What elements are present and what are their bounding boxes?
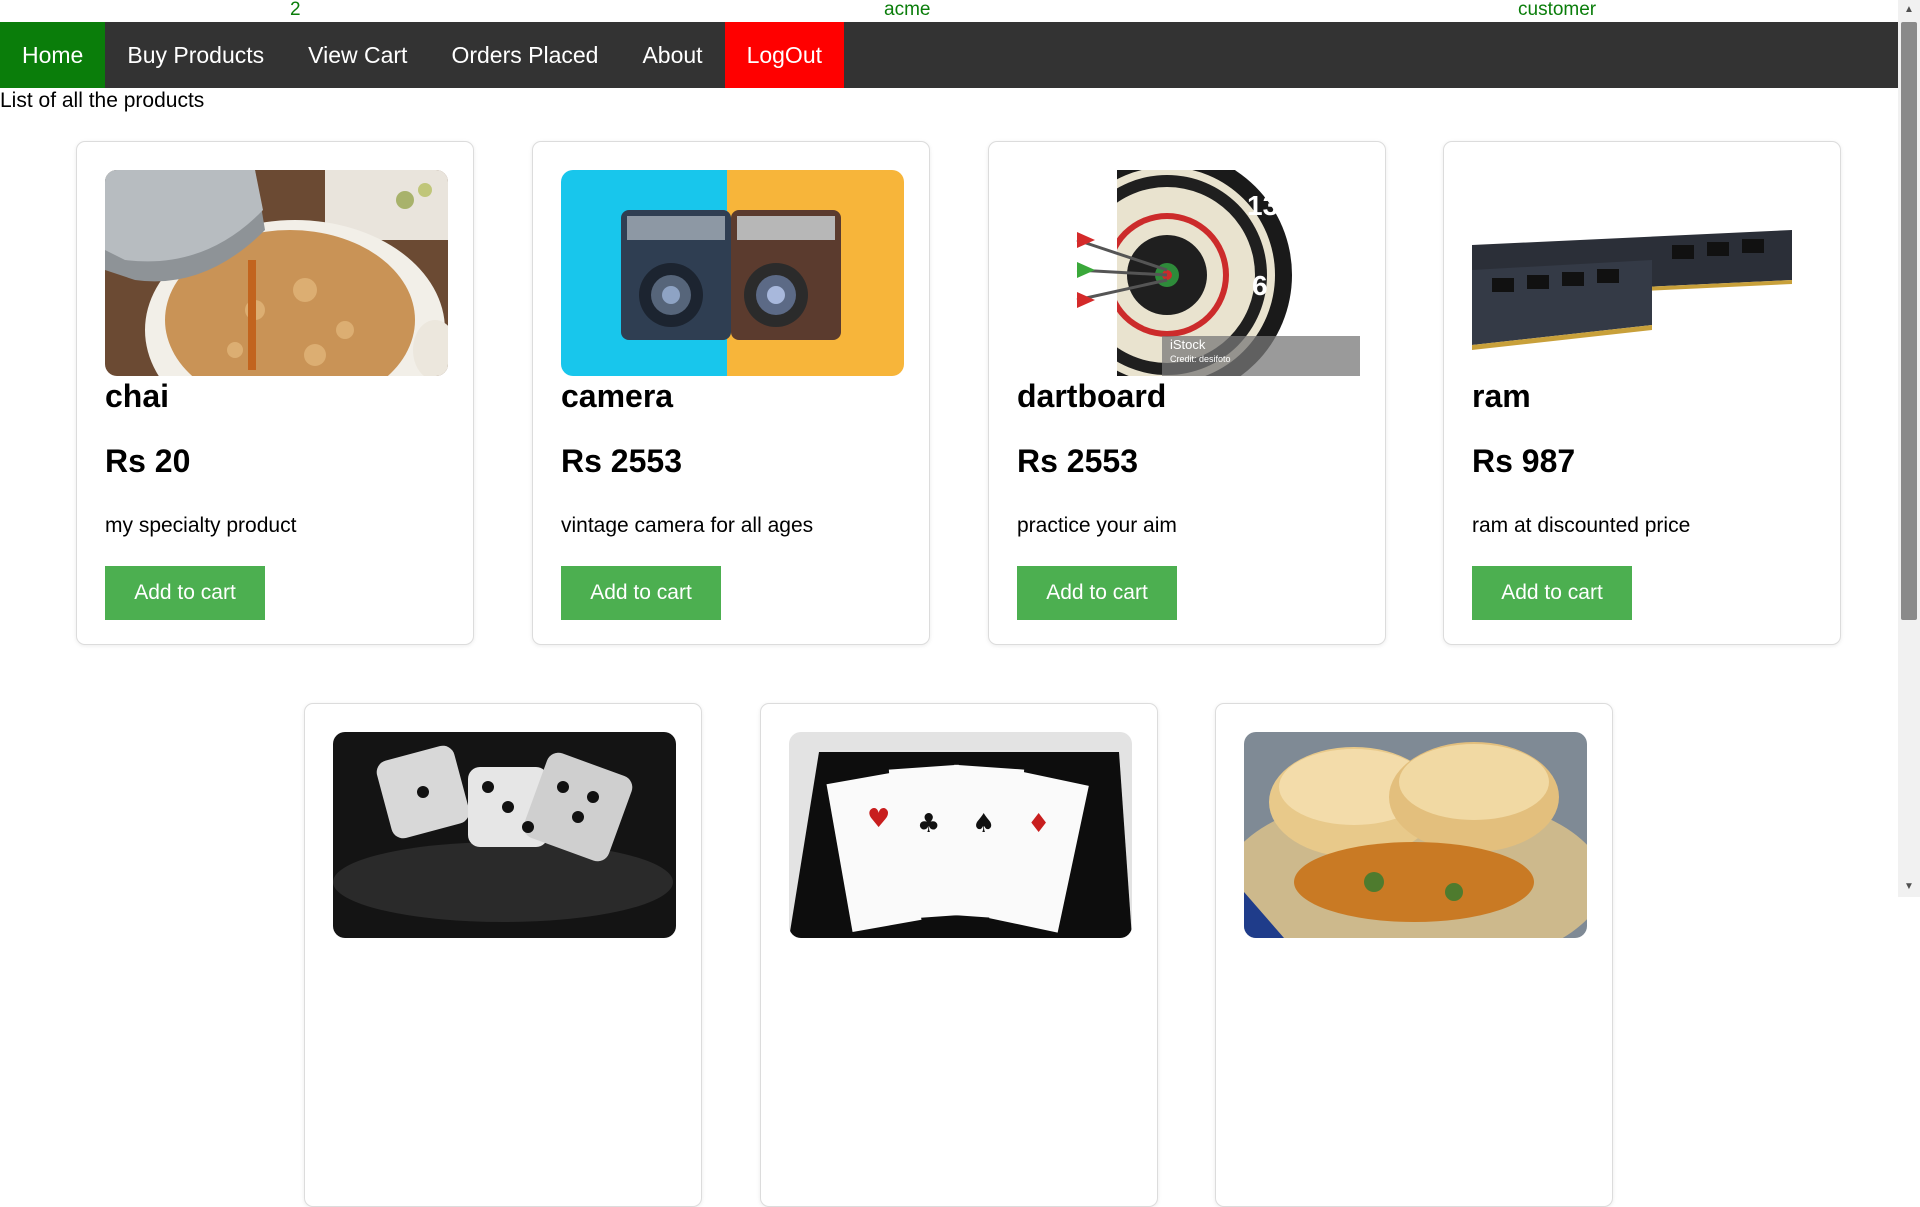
product-card-dice <box>304 703 702 1207</box>
product-price: Rs 987 <box>1472 443 1576 479</box>
product-description: practice your aim <box>1017 514 1177 537</box>
navbar: Home Buy Products View Cart Orders Place… <box>0 22 1898 88</box>
product-image-vada-pav <box>1244 732 1587 938</box>
page-heading: List of all the products <box>0 89 205 112</box>
scroll-up-arrow-icon[interactable]: ▲ <box>1898 0 1920 20</box>
watermark-brand: iStock <box>1170 337 1206 352</box>
svg-text:♣: ♣ <box>917 809 940 839</box>
watermark-credit: Credit: desifoto <box>1170 354 1231 364</box>
product-name: ram <box>1472 378 1531 414</box>
product-card-dartboard: 13 6 iStock Credit: desifoto dartboard R… <box>988 141 1386 645</box>
nav-home[interactable]: Home <box>0 22 106 88</box>
product-card-camera: camera Rs 2553 vintage camera for all ag… <box>532 141 930 645</box>
product-card-ram: ram Rs 987 ram at discounted price Add t… <box>1443 141 1841 645</box>
vertical-scrollbar[interactable]: ▲ ▼ <box>1898 0 1920 897</box>
svg-text:♥: ♥ <box>867 804 890 834</box>
product-description: my specialty product <box>105 514 297 537</box>
add-to-cart-button[interactable]: Add to cart <box>105 566 265 620</box>
product-image-camera <box>561 170 904 376</box>
product-image-playing-cards: ♥ ♣ ♠ ♦ <box>789 732 1132 938</box>
company-name: acme <box>884 0 931 20</box>
nav-view-cart[interactable]: View Cart <box>286 22 429 88</box>
product-card-cards: ♥ ♣ ♠ ♦ <box>760 703 1158 1207</box>
nav-buy-products[interactable]: Buy Products <box>105 22 286 88</box>
product-image-ram <box>1472 170 1815 376</box>
product-image-chai <box>105 170 448 376</box>
svg-text:♠: ♠ <box>972 809 995 839</box>
product-description: vintage camera for all ages <box>561 514 814 537</box>
add-to-cart-button[interactable]: Add to cart <box>1472 566 1632 620</box>
nav-about[interactable]: About <box>620 22 724 88</box>
product-card-chai: chai Rs 20 my specialty product Add to c… <box>76 141 474 645</box>
scrollbar-thumb[interactable] <box>1901 22 1917 620</box>
add-to-cart-button[interactable]: Add to cart <box>561 566 721 620</box>
scroll-down-arrow-icon[interactable]: ▼ <box>1898 877 1920 897</box>
svg-text:13: 13 <box>1247 190 1278 221</box>
svg-text:6: 6 <box>1252 270 1268 301</box>
product-name: chai <box>105 378 170 414</box>
top-info-bar: 2 acme customer <box>0 0 1898 22</box>
istock-watermark: iStock Credit: desifoto <box>1170 338 1231 366</box>
product-card-vada-pav <box>1215 703 1613 1207</box>
product-image-dartboard: 13 6 iStock Credit: desifoto <box>1017 170 1360 376</box>
user-role: customer <box>1518 0 1597 20</box>
nav-orders-placed[interactable]: Orders Placed <box>429 22 620 88</box>
product-price: Rs 20 <box>105 443 191 479</box>
product-description: ram at discounted price <box>1472 514 1691 537</box>
product-name: camera <box>561 378 674 414</box>
product-price: Rs 2553 <box>561 443 682 479</box>
product-image-dice <box>333 732 676 938</box>
nav-logout[interactable]: LogOut <box>724 22 845 88</box>
add-to-cart-button[interactable]: Add to cart <box>1017 566 1177 620</box>
product-name: dartboard <box>1017 378 1167 414</box>
svg-text:♦: ♦ <box>1027 809 1050 839</box>
cart-count: 2 <box>290 0 301 20</box>
product-price: Rs 2553 <box>1017 443 1138 479</box>
